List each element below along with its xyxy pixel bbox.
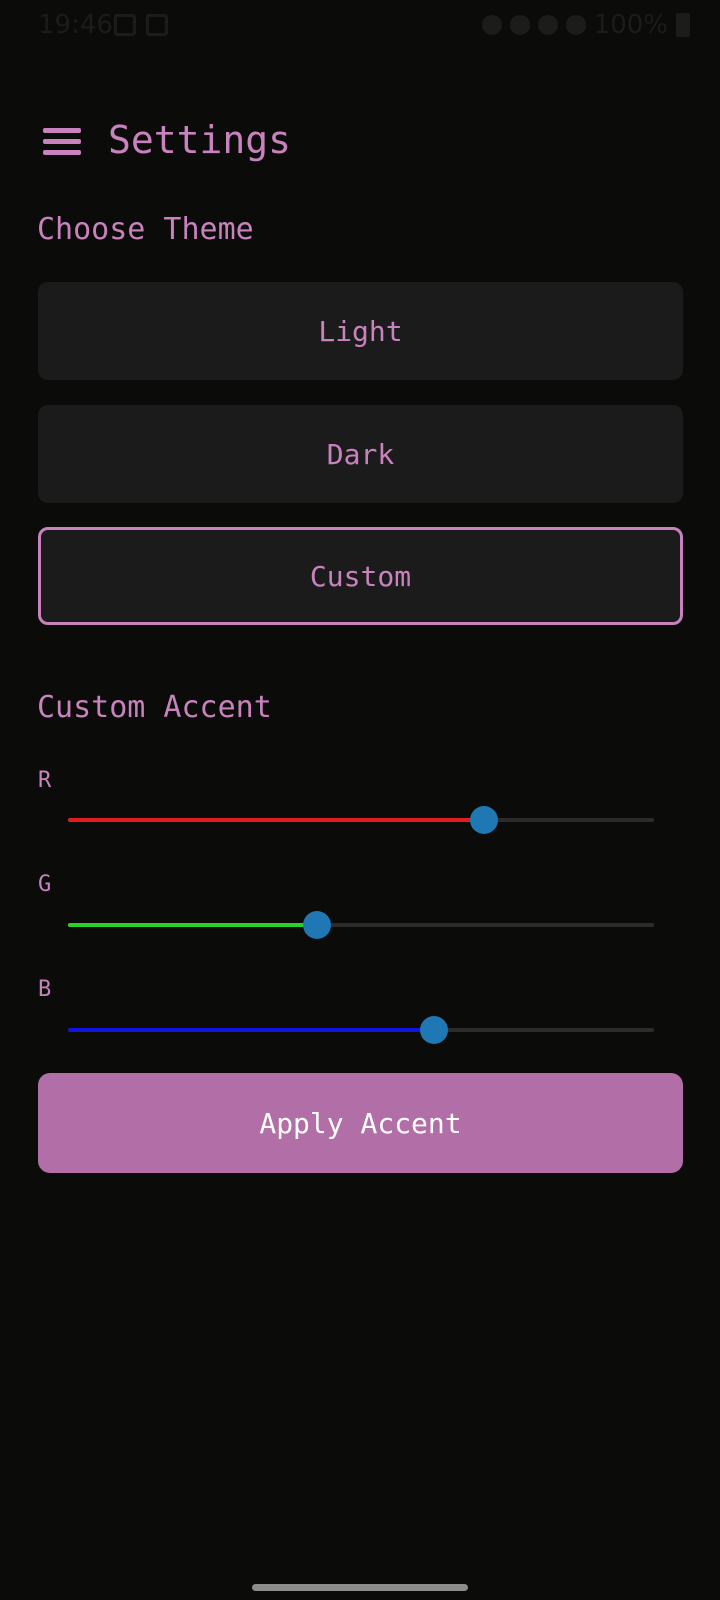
blue-slider-thumb[interactable] <box>420 1016 449 1044</box>
battery-percent: 100% <box>593 10 668 40</box>
gallery-icon <box>114 14 136 36</box>
green-slider-fill <box>68 923 318 927</box>
red-slider-fill <box>68 818 485 822</box>
status-left-icons <box>114 14 168 36</box>
red-slider-thumb[interactable] <box>470 806 499 834</box>
page-title: Settings <box>108 118 292 162</box>
theme-option-dark[interactable]: Dark <box>38 405 683 503</box>
mute-icon <box>509 15 530 35</box>
custom-accent-label: Custom Accent <box>37 690 272 725</box>
green-slider[interactable] <box>68 911 654 939</box>
status-bar: 19:46 100% <box>0 0 720 54</box>
green-slider-thumb[interactable] <box>303 911 332 939</box>
battery-icon <box>676 13 690 37</box>
red-slider[interactable] <box>68 806 654 834</box>
alarm-icon <box>481 15 502 35</box>
choose-theme-label: Choose Theme <box>37 212 254 247</box>
hamburger-menu-icon[interactable] <box>43 128 81 158</box>
signal-icon <box>565 15 586 35</box>
red-slider-label: R <box>38 768 52 793</box>
green-slider-label: G <box>38 872 52 897</box>
home-indicator[interactable] <box>252 1584 468 1591</box>
theme-option-custom[interactable]: Custom <box>38 527 683 625</box>
blue-slider-label: B <box>38 977 52 1002</box>
blue-slider-fill <box>68 1028 435 1032</box>
status-right-icons: 100% <box>481 10 690 40</box>
app-header: Settings <box>0 110 720 180</box>
theme-option-light[interactable]: Light <box>38 282 683 380</box>
lock-icon <box>146 14 168 36</box>
blue-slider[interactable] <box>68 1016 654 1044</box>
apply-accent-button[interactable]: Apply Accent <box>38 1073 683 1173</box>
wifi-icon <box>537 15 558 35</box>
status-time: 19:46 <box>38 10 113 40</box>
